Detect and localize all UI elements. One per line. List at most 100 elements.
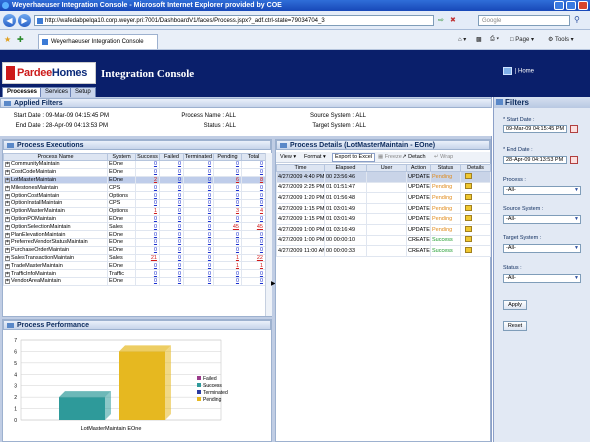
expand-icon[interactable]: + (5, 224, 10, 230)
table-cell[interactable]: 0 (183, 214, 214, 224)
wrap-button[interactable]: ↵ Wrap (434, 154, 453, 160)
table-cell[interactable]: 0 (213, 160, 242, 169)
table-cell[interactable]: 45 (213, 222, 242, 232)
table-cell[interactable]: 4 (241, 206, 266, 216)
table-cell[interactable]: 0 (135, 183, 160, 193)
table-cell[interactable]: 0 (241, 214, 266, 224)
table-row[interactable]: 4/27/2009 1:15 PM 01 03:01:49 UPDATE Pendin… (276, 202, 491, 215)
apply-button[interactable]: Apply (503, 300, 527, 310)
table-cell[interactable]: 0 (183, 198, 214, 208)
back-icon[interactable]: ◀ (3, 14, 16, 27)
column-header[interactable]: Status (430, 164, 461, 172)
expand-icon[interactable]: + (5, 170, 10, 176)
table-cell[interactable]: 0 (183, 230, 214, 239)
table-cell[interactable]: 0 (135, 222, 160, 232)
tab-processes[interactable]: Processes (2, 87, 43, 97)
reset-button[interactable]: Reset (503, 321, 527, 331)
table-cell[interactable]: 21 (135, 253, 160, 263)
tab-setup[interactable]: Setup (70, 87, 96, 97)
table-row[interactable]: + SalesTransactionMaintain Sales 21 0 0 1 22 (3, 253, 266, 263)
table-cell[interactable]: 0 (135, 269, 160, 278)
table-cell[interactable]: 0 (213, 276, 242, 286)
column-header[interactable]: Total (241, 153, 266, 161)
source-system-select[interactable]: -All- ▼ (503, 215, 581, 224)
url-field[interactable]: http://wafedabpelqa10.corp.weyer.pri:700… (34, 15, 434, 26)
table-cell[interactable]: 0 (241, 230, 266, 239)
column-header[interactable]: Failed (159, 153, 184, 161)
table-cell[interactable]: 0 (213, 167, 242, 177)
start-date-input[interactable]: 09-Mar-09 04:15:45 PM (503, 125, 567, 133)
details-icon[interactable] (465, 183, 472, 190)
table-cell[interactable]: 0 (135, 191, 160, 200)
table-row[interactable]: + OptionCostMaintain Options 0 0 0 0 0 (3, 191, 266, 200)
table-cell[interactable]: 0 (159, 160, 184, 169)
table-cell[interactable]: 0 (135, 214, 160, 224)
details-cell[interactable] (460, 181, 491, 194)
table-cell[interactable]: 0 (241, 160, 266, 169)
table-row[interactable]: 4/27/2009 1:20 PM 01 01:56:48 UPDATE Pendin… (276, 192, 491, 204)
calendar-icon[interactable] (570, 125, 578, 133)
table-cell[interactable]: 0 (241, 191, 266, 200)
table-cell[interactable]: 1 (213, 253, 242, 263)
table-cell[interactable]: 0 (213, 245, 242, 255)
table-row[interactable]: + CostCodeMaintain EOne 0 0 0 0 0 (3, 167, 266, 177)
table-cell[interactable]: 0 (159, 214, 184, 224)
table-cell[interactable]: 0 (213, 237, 242, 247)
details-icon[interactable] (465, 215, 472, 222)
table-cell[interactable]: 0 (213, 230, 242, 239)
table-cell[interactable]: 0 (241, 269, 266, 278)
table-cell[interactable]: 0 (135, 261, 160, 271)
vertical-scrollbar[interactable] (265, 153, 272, 316)
go-icon[interactable]: ⇨ (438, 16, 444, 24)
expand-icon[interactable]: + (5, 263, 10, 269)
view-menu[interactable]: View ▾ (280, 154, 296, 160)
table-cell[interactable]: 0 (135, 160, 160, 169)
detach-button[interactable]: ↗ Detach (402, 154, 426, 160)
details-cell[interactable] (460, 171, 491, 183)
table-row[interactable]: + PurchaseOrderMaintain EOne 0 0 0 0 0 (3, 245, 266, 255)
table-cell[interactable]: 0 (159, 237, 184, 247)
table-cell[interactable]: 0 (159, 222, 184, 232)
table-row[interactable]: + OptionSelectionMaintain Sales 0 0 0 45 45 (3, 222, 266, 232)
tab-services[interactable]: Services (40, 87, 74, 97)
table-cell[interactable]: 1 (135, 206, 160, 216)
home-toolbar-icon[interactable]: ⌂ ▾ (458, 36, 466, 43)
close-button[interactable] (578, 1, 588, 10)
expand-icon[interactable]: + (5, 216, 10, 222)
expand-icon[interactable]: + (5, 232, 10, 238)
column-header[interactable]: User (366, 164, 407, 172)
table-cell[interactable]: 45 (241, 222, 266, 232)
expand-icon[interactable]: + (5, 209, 10, 215)
expand-icon[interactable]: + (5, 271, 10, 277)
details-icon[interactable] (465, 193, 472, 200)
details-cell[interactable] (460, 213, 491, 225)
table-cell[interactable]: 0 (183, 276, 214, 286)
table-cell[interactable]: 0 (213, 191, 242, 200)
table-row[interactable]: + MilestonesMaintain CPS 0 0 0 0 0 (3, 183, 266, 193)
table-cell[interactable]: 8 (241, 175, 266, 185)
details-icon[interactable] (465, 225, 472, 232)
table-cell[interactable]: 0 (135, 198, 160, 208)
table-cell[interactable]: 3 (213, 206, 242, 216)
table-cell[interactable]: 22 (241, 253, 266, 263)
column-header[interactable]: Terminated (183, 153, 214, 161)
expand-icon[interactable]: + (5, 279, 10, 285)
table-cell[interactable]: 0 (183, 167, 214, 177)
feeds-icon[interactable]: ▩ (476, 36, 482, 43)
table-cell[interactable]: 0 (159, 191, 184, 200)
details-icon[interactable] (465, 246, 472, 253)
column-header[interactable]: Elapsed (324, 164, 367, 172)
table-cell[interactable]: 0 (183, 237, 214, 247)
details-cell[interactable] (460, 202, 491, 215)
table-cell[interactable]: 0 (159, 245, 184, 255)
table-cell[interactable]: 2 (135, 175, 160, 185)
table-cell[interactable]: 0 (183, 160, 214, 169)
maximize-button[interactable] (566, 1, 576, 10)
table-cell[interactable]: 0 (213, 198, 242, 208)
details-icon[interactable] (465, 236, 472, 243)
table-cell[interactable]: 0 (159, 175, 184, 185)
column-header[interactable]: Pending (213, 153, 242, 161)
export-excel-button[interactable]: Export to Excel (332, 153, 375, 162)
table-row[interactable]: 4/27/2009 1:15 PM 01 03:01:49 UPDATE Pendin… (276, 213, 491, 225)
search-icon[interactable]: ⚲ (574, 15, 580, 24)
